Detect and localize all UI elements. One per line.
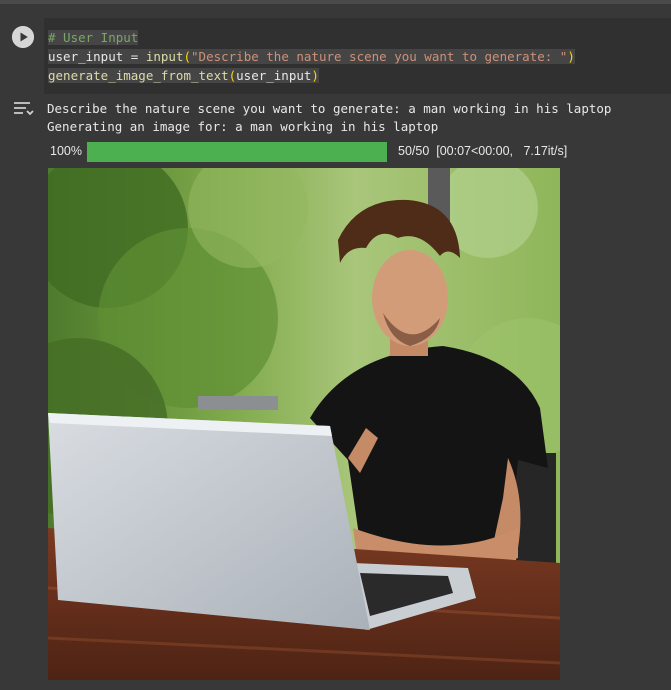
input-function: input xyxy=(145,49,184,64)
close-paren: ) xyxy=(311,68,319,83)
code-line-2: user_input = input("Describe the nature … xyxy=(48,47,575,66)
progress-percent: 100% xyxy=(50,144,82,158)
code-line-1: # User Input xyxy=(48,28,139,47)
code-cell[interactable]: # User Input user_input = input("Describ… xyxy=(0,14,671,94)
run-cell-button[interactable] xyxy=(12,26,34,48)
progress-bar-fill xyxy=(87,142,387,162)
comment-text: # User Input xyxy=(48,30,139,45)
progress-row: 100% 50/50 [00:07<00:00, 7.17it/s] xyxy=(50,142,650,162)
generated-photo xyxy=(48,168,560,680)
output-toggle-icon[interactable] xyxy=(11,99,35,119)
generated-image xyxy=(48,168,560,680)
code-line-3: generate_image_from_text(user_input) xyxy=(48,66,319,85)
prompt-string: "Describe the nature scene you want to g… xyxy=(191,49,568,64)
progress-bar xyxy=(87,142,387,162)
assign-operator: = xyxy=(123,49,146,64)
output-line-2: Generating an image for: a man working i… xyxy=(47,119,439,134)
open-paren: ( xyxy=(183,49,192,64)
code-editor[interactable]: # User Input user_input = input("Describ… xyxy=(44,18,671,94)
variable-name: user_input xyxy=(48,49,124,64)
close-paren: ) xyxy=(567,49,575,64)
play-icon xyxy=(12,26,34,48)
function-argument: user_input xyxy=(236,68,312,83)
output-line-1: Describe the nature scene you want to ge… xyxy=(47,101,612,116)
generate-function: generate_image_from_text xyxy=(48,68,229,83)
output-menu-icon xyxy=(14,102,34,116)
progress-stats: 50/50 [00:07<00:00, 7.17it/s] xyxy=(398,144,568,158)
cell-gutter xyxy=(0,14,44,94)
top-divider xyxy=(0,0,671,4)
